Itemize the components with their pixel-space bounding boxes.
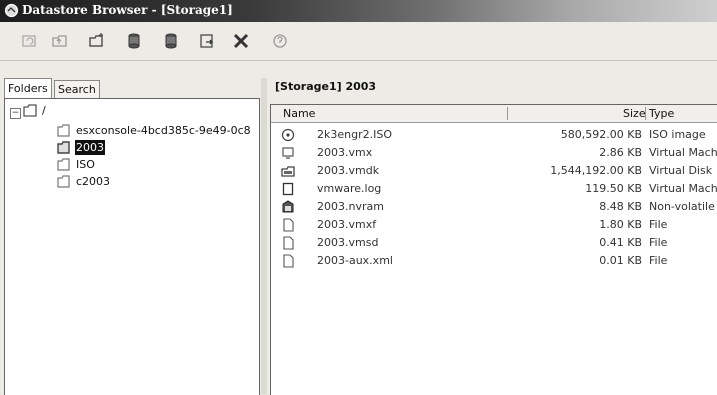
column-divider[interactable]: [645, 107, 646, 120]
collapse-icon[interactable]: −: [10, 108, 21, 119]
file-size: 580,592.00 KB: [560, 128, 642, 141]
tree-root-label: /: [42, 104, 46, 117]
datastore-browser-window: Datastore Browser - [Storage1] Folders S…: [0, 0, 717, 395]
folder-icon: [57, 158, 70, 171]
tab-folders[interactable]: Folders: [4, 78, 52, 98]
download-button[interactable]: [161, 31, 181, 51]
tree-item-label-selected: 2003: [75, 140, 105, 155]
file-size: 1,544,192.00 KB: [550, 164, 642, 177]
table-row[interactable]: 2003.nvram 8.48 KB Non-volatile m: [271, 197, 717, 216]
file-icon: [283, 236, 294, 250]
open-folder-icon: [57, 141, 70, 154]
table-row[interactable]: 2003-aux.xml 0.01 KB File: [271, 251, 717, 270]
panel-splitter[interactable]: [261, 78, 267, 394]
refresh-icon: [22, 35, 36, 47]
download-icon: [165, 33, 177, 49]
current-path: [Storage1] 2003: [275, 80, 377, 93]
file-name: 2003.vmxf: [317, 218, 377, 231]
log-file-icon: [282, 182, 294, 196]
file-size: 0.01 KB: [599, 254, 642, 267]
folder-icon: [57, 124, 70, 137]
file-name: 2003.vmx: [317, 146, 373, 159]
file-name: 2k3engr2.ISO: [317, 128, 392, 141]
tree-item-label: ISO: [76, 158, 95, 171]
file-name: 2003-aux.xml: [317, 254, 393, 267]
folder-icon: [57, 175, 70, 188]
folder-tree: − / esxconsole-4bcd385c-9e49-0c8 2003 IS…: [4, 98, 260, 395]
upload-icon: [128, 33, 140, 49]
table-row[interactable]: vmware.log 119.50 KB Virtual Machine: [271, 179, 717, 198]
file-name: 2003.nvram: [317, 200, 384, 213]
file-type: Virtual Machine: [649, 182, 717, 195]
add-to-inventory-button[interactable]: [197, 31, 217, 51]
add-to-inventory-icon: [200, 34, 213, 48]
file-type: Virtual Disk: [649, 164, 713, 177]
column-header-type[interactable]: Type: [649, 105, 674, 122]
tree-item-label: esxconsole-4bcd385c-9e49-0c8: [76, 124, 251, 137]
title-bar: Datastore Browser - [Storage1]: [0, 0, 717, 22]
file-list: Name Size Type 2k3engr2.ISO 580,592.00 K…: [270, 104, 717, 395]
delete-button[interactable]: [231, 31, 251, 51]
upload-button[interactable]: [124, 31, 144, 51]
help-button[interactable]: [270, 31, 290, 51]
table-row[interactable]: 2003.vmx 2.86 KB Virtual Machine: [271, 143, 717, 162]
file-type: File: [649, 254, 668, 267]
open-parent-button[interactable]: [50, 31, 70, 51]
file-size: 119.50 KB: [585, 182, 642, 195]
file-name: 2003.vmdk: [317, 164, 380, 177]
datastore-folder-icon: [23, 104, 37, 117]
toolbar: [0, 22, 717, 61]
file-size: 0.41 KB: [599, 236, 642, 249]
column-divider[interactable]: [507, 107, 508, 120]
file-name: vmware.log: [317, 182, 382, 195]
file-icon: [283, 254, 294, 268]
file-type: Non-volatile m: [649, 200, 717, 213]
column-header-size[interactable]: Size: [623, 105, 646, 122]
table-row[interactable]: 2k3engr2.ISO 580,592.00 KB ISO image: [271, 125, 717, 144]
app-icon: [4, 3, 19, 18]
file-type: Virtual Machine: [649, 146, 717, 159]
window-title: Datastore Browser - [Storage1]: [22, 3, 233, 17]
new-folder-icon: [89, 33, 103, 47]
tree-item-label: c2003: [76, 175, 111, 188]
vm-config-icon: [282, 147, 294, 159]
file-name: 2003.vmsd: [317, 236, 379, 249]
column-header-name[interactable]: Name: [283, 105, 315, 122]
file-size: 1.80 KB: [599, 218, 642, 231]
open-parent-folder-icon: [52, 35, 67, 47]
file-type: File: [649, 236, 668, 249]
table-row[interactable]: 2003.vmxf 1.80 KB File: [271, 215, 717, 234]
tab-search[interactable]: Search: [54, 80, 100, 98]
table-row[interactable]: 2003.vmsd 0.41 KB File: [271, 233, 717, 252]
file-type: File: [649, 218, 668, 231]
table-row[interactable]: 2003.vmdk 1,544,192.00 KB Virtual Disk: [271, 161, 717, 180]
file-icon: [283, 218, 294, 232]
virtual-disk-icon: [281, 166, 295, 177]
nvram-icon: [282, 200, 294, 213]
refresh-button[interactable]: [20, 31, 40, 51]
file-type: ISO image: [649, 128, 706, 141]
disc-image-icon: [281, 128, 295, 142]
delete-icon: [233, 33, 249, 49]
new-folder-button[interactable]: [87, 31, 107, 51]
help-icon: [273, 34, 287, 48]
file-size: 8.48 KB: [599, 200, 642, 213]
file-size: 2.86 KB: [599, 146, 642, 159]
